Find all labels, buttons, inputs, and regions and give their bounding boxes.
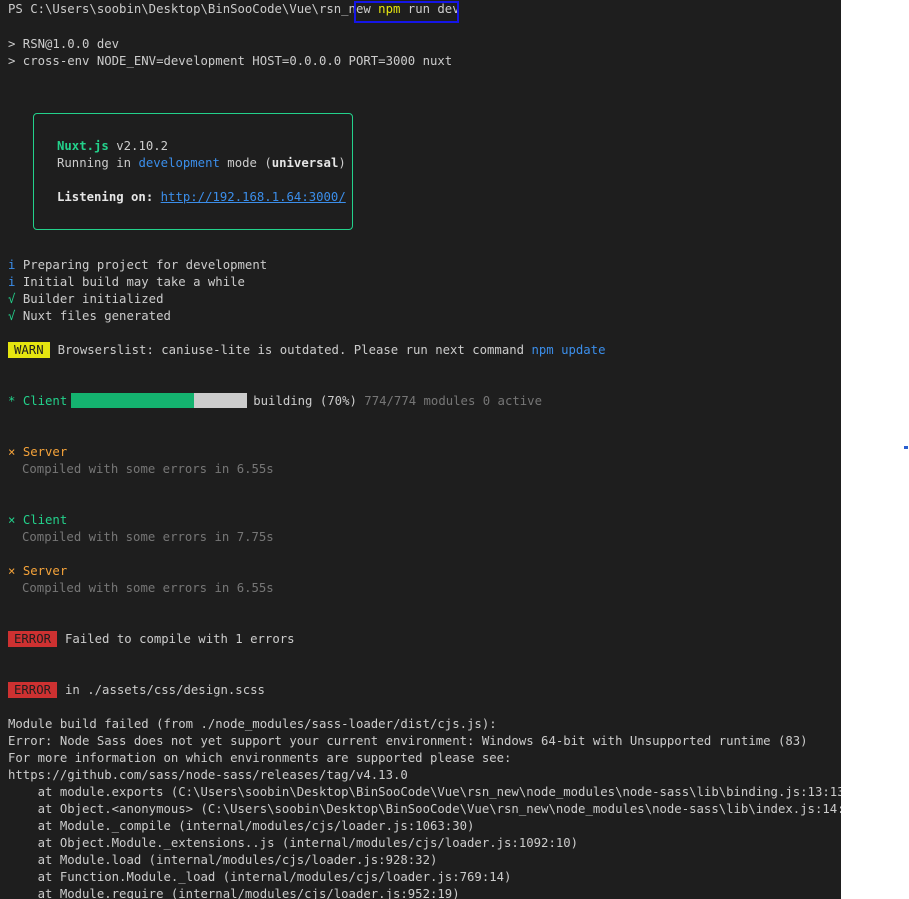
- banner-render: universal: [271, 156, 339, 170]
- info-text: Preparing project for development: [22, 258, 268, 272]
- error-detail-line: https://github.com/sass/node-sass/releas…: [8, 768, 408, 782]
- banner-listening-line: Listening on: http://192.168.1.64:3000/: [57, 189, 346, 206]
- banner-version-line: Nuxt.js v2.10.2: [57, 138, 168, 155]
- progress-status: building (70%): [253, 394, 357, 408]
- warn-line: WARN Browserslist: caniuse-lite is outdat…: [8, 342, 606, 359]
- stack-trace-line: at Module.load (internal/modules/cjs/loa…: [8, 853, 438, 867]
- banner-mode-end: ): [338, 156, 346, 170]
- check-icon: √: [8, 309, 16, 323]
- banner-mode-line: Running in development mode (universal): [57, 155, 346, 172]
- error-detail-line: Module build failed (from ./node_modules…: [8, 717, 497, 731]
- command-highlight-box: [354, 1, 459, 23]
- info-icon: i: [8, 258, 16, 272]
- error-detail-line: For more information on which environmen…: [8, 751, 512, 765]
- info-line: i Initial build may take a while: [8, 274, 245, 291]
- info-line: i Preparing project for development: [8, 257, 267, 274]
- banner-version: v2.10.2: [116, 139, 169, 153]
- compile-name: Client: [22, 513, 68, 527]
- error-x-icon: ×: [8, 445, 16, 459]
- warn-text: Browserslist: caniuse-lite is outdated. …: [57, 343, 525, 357]
- info-line: √ Nuxt files generated: [8, 308, 171, 325]
- error-text: Failed to compile with 1 errors: [65, 632, 295, 646]
- compile-detail: Compiled with some errors in 6.55s: [22, 462, 274, 476]
- progress-fill: [71, 393, 195, 408]
- banner-mode-mid: mode (: [227, 156, 272, 170]
- warn-cmd: npm update: [531, 343, 606, 357]
- error-line: ERROR in ./assets/css/design.scss: [8, 682, 265, 699]
- error-badge: ERROR: [8, 631, 58, 647]
- error-line: ERROR Failed to compile with 1 errors: [8, 631, 295, 648]
- stack-trace-line: at Function.Module._load (internal/modul…: [8, 870, 512, 884]
- progress-detail: 774/774 modules 0 active: [364, 394, 542, 408]
- banner-name: Nuxt.js: [57, 139, 109, 153]
- banner-running: Running in: [57, 156, 132, 170]
- compile-detail: Compiled with some errors in 6.55s: [22, 581, 274, 595]
- script-line: > cross-env NODE_ENV=development HOST=0.…: [8, 54, 453, 68]
- check-icon: √: [8, 292, 16, 306]
- stack-trace-line: at Object.<anonymous> (C:\Users\soobin\D…: [8, 802, 841, 816]
- prompt-path: PS C:\Users\soobin\Desktop\BinSooCode\Vu…: [8, 2, 371, 16]
- stack-trace-line: at Module.require (internal/modules/cjs/…: [8, 887, 460, 899]
- scroll-marker: [904, 446, 908, 449]
- error-x-icon: ×: [8, 513, 16, 527]
- info-text: Nuxt files generated: [22, 309, 171, 323]
- compile-result-line: × Client: [8, 512, 67, 529]
- compile-result-line: × Server: [8, 563, 67, 580]
- progress-bullet: *: [8, 394, 16, 408]
- stack-trace-line: at Module._compile (internal/modules/cjs…: [8, 819, 475, 833]
- stack-trace-line: at Object.Module._extensions..js (intern…: [8, 836, 579, 850]
- banner-listening-label: Listening on:: [57, 190, 154, 204]
- listening-url-link[interactable]: http://192.168.1.64:3000/: [161, 190, 346, 204]
- progress-bar: [71, 393, 248, 408]
- error-text: in ./assets/css/design.scss: [65, 683, 265, 697]
- info-text: Initial build may take a while: [22, 275, 245, 289]
- info-line: √ Builder initialized: [8, 291, 163, 308]
- compile-result-line: × Server: [8, 444, 67, 461]
- terminal-panel[interactable]: PS C:\Users\soobin\Desktop\BinSooCode\Vu…: [0, 0, 841, 899]
- script-line: > RSN@1.0.0 dev: [8, 37, 120, 51]
- progress-line: * Client building (70%) 774/774 modules 0…: [8, 393, 542, 410]
- warn-badge: WARN: [8, 342, 50, 358]
- compile-detail: Compiled with some errors in 7.75s: [22, 530, 274, 544]
- error-detail-line: Error: Node Sass does not yet support yo…: [8, 734, 808, 748]
- error-x-icon: ×: [8, 564, 16, 578]
- error-badge: ERROR: [8, 682, 58, 698]
- progress-name: Client: [22, 394, 68, 408]
- banner-mode: development: [138, 156, 220, 170]
- compile-name: Server: [22, 445, 68, 459]
- compile-name: Server: [22, 564, 68, 578]
- stack-trace-line: at module.exports (C:\Users\soobin\Deskt…: [8, 785, 841, 799]
- info-icon: i: [8, 275, 16, 289]
- info-text: Builder initialized: [22, 292, 164, 306]
